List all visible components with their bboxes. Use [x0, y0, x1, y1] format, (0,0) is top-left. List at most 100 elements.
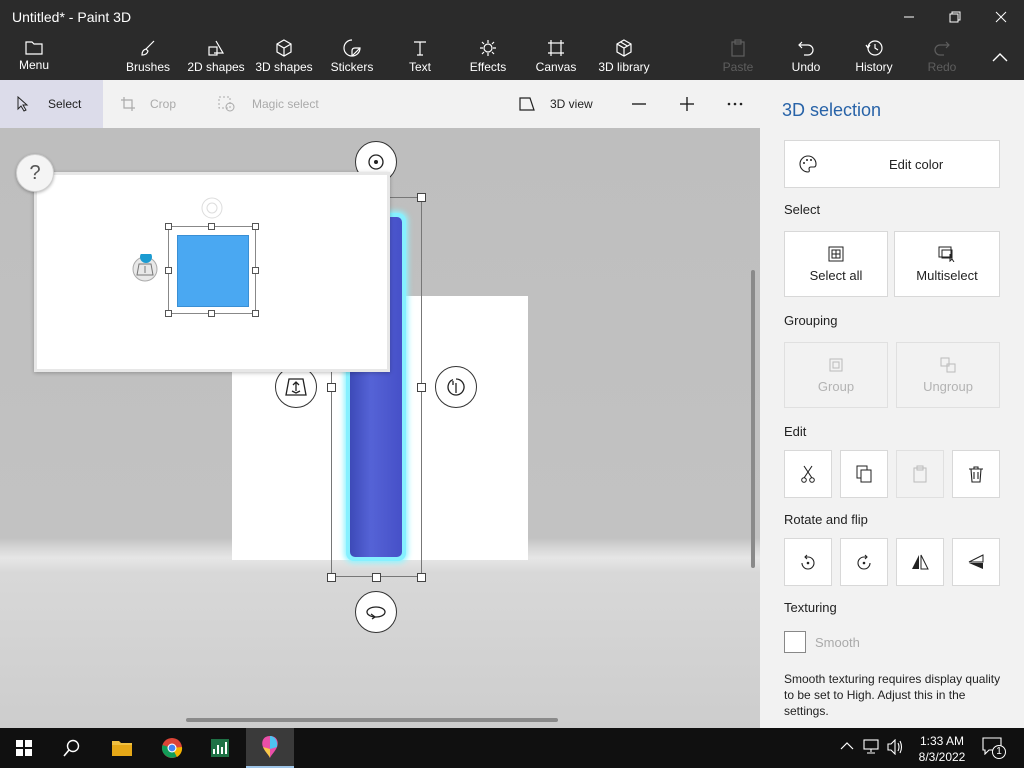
- magic-select-label: Magic select: [252, 97, 319, 111]
- scissors-icon: [801, 465, 815, 483]
- paste-button[interactable]: Paste: [720, 34, 756, 80]
- tutorial-handle: [208, 310, 215, 317]
- smooth-checkbox[interactable]: [784, 631, 806, 653]
- window-title: Untitled* - Paint 3D: [12, 9, 132, 25]
- copy-button[interactable]: [840, 450, 888, 498]
- ungroup-button[interactable]: Ungroup: [896, 342, 1000, 408]
- 3d-shapes-tab[interactable]: 3D shapes: [254, 34, 314, 80]
- rotate-x-icon: [368, 154, 384, 170]
- chrome-app[interactable]: [148, 728, 196, 768]
- network-icon[interactable]: [862, 739, 880, 755]
- resize-handle-ml[interactable]: [327, 383, 336, 392]
- rotate-z-icon: [366, 606, 386, 620]
- push-back-icon: [285, 378, 307, 396]
- zoom-in-button[interactable]: [678, 80, 706, 128]
- resize-handle-bl[interactable]: [327, 573, 336, 582]
- brushes-tab[interactable]: Brushes: [124, 34, 172, 80]
- stickers-tab[interactable]: Stickers: [328, 34, 376, 80]
- rotate-flip-heading: Rotate and flip: [784, 512, 868, 527]
- chrome-icon: [162, 738, 183, 758]
- magic-select-tool[interactable]: Magic select: [218, 80, 319, 128]
- zoom-out-button[interactable]: [630, 80, 658, 128]
- vertical-scrollbar[interactable]: [751, 270, 755, 568]
- 3d-view-toggle[interactable]: 3D view: [518, 80, 593, 128]
- resize-handle-mr[interactable]: [417, 383, 426, 392]
- 3d-library-tab[interactable]: 3D library: [596, 34, 652, 80]
- minimize-icon: [904, 16, 914, 18]
- redo-label: Redo: [927, 60, 957, 74]
- 2d-shapes-tab[interactable]: 2D shapes: [186, 34, 246, 80]
- resize-handle-tr[interactable]: [417, 193, 426, 202]
- menu-button[interactable]: Menu: [12, 34, 56, 80]
- canvas-area[interactable]: ?: [0, 128, 760, 728]
- notification-center-button[interactable]: 1: [982, 737, 1006, 759]
- multiselect-label: Multiselect: [916, 267, 978, 283]
- chevron-up-icon[interactable]: [840, 741, 854, 751]
- rotate-right-icon: [857, 554, 871, 570]
- chevron-up-icon: [992, 53, 1008, 62]
- start-button[interactable]: [0, 728, 48, 768]
- horizontal-scrollbar[interactable]: [186, 718, 558, 722]
- redo-icon: [934, 41, 950, 56]
- file-explorer-app[interactable]: [98, 728, 146, 768]
- rotate-y-control[interactable]: [435, 366, 477, 408]
- resize-handle-bm[interactable]: [372, 573, 381, 582]
- cut-button[interactable]: [784, 450, 832, 498]
- excel-app[interactable]: [196, 728, 244, 768]
- undo-button[interactable]: Undo: [788, 34, 824, 80]
- delete-button[interactable]: [952, 450, 1000, 498]
- canvas-tab[interactable]: Canvas: [534, 34, 578, 80]
- history-button[interactable]: History: [852, 34, 896, 80]
- canvas-icon: [548, 40, 564, 56]
- edit-color-button[interactable]: Edit color: [784, 140, 1000, 188]
- paste-panel-button[interactable]: [896, 450, 944, 498]
- tutorial-rotate-icon: [201, 197, 223, 219]
- restore-icon: [949, 11, 961, 23]
- panel-title: 3D selection: [782, 100, 882, 120]
- rotate-y-icon: [447, 378, 465, 396]
- texturing-note: Smooth texturing requires display qualit…: [784, 672, 1001, 718]
- resize-handle-br[interactable]: [417, 573, 426, 582]
- search-button[interactable]: [48, 728, 96, 768]
- select-all-label: Select all: [809, 267, 863, 283]
- search-icon: [63, 739, 80, 757]
- select-all-button[interactable]: Select all: [784, 231, 888, 297]
- collapse-ribbon-button[interactable]: [986, 34, 1014, 80]
- clock-time: 1:33 AM: [919, 734, 965, 748]
- undo-label: Undo: [791, 60, 821, 74]
- 3d-library-label: 3D library: [598, 60, 650, 74]
- trash-icon: [969, 466, 983, 483]
- 3d-view-icon: [519, 97, 535, 111]
- rotate-left-button[interactable]: [784, 538, 832, 586]
- paint-3d-icon: [262, 736, 278, 758]
- effects-tab[interactable]: Effects: [468, 34, 508, 80]
- close-button[interactable]: [978, 0, 1024, 34]
- push-back-control[interactable]: [275, 366, 317, 408]
- text-tab[interactable]: Text: [404, 34, 436, 80]
- group-button[interactable]: Group: [784, 342, 888, 408]
- rotate-right-button[interactable]: [840, 538, 888, 586]
- tutorial-square: [177, 235, 249, 307]
- ungroup-icon: [940, 357, 956, 372]
- tutorial-handle: [252, 267, 259, 274]
- redo-button[interactable]: Redo: [926, 34, 958, 80]
- flip-vertical-button[interactable]: [952, 538, 1000, 586]
- edit-color-label: Edit color: [889, 156, 944, 172]
- system-clock[interactable]: 1:33 AM 8/3/2022: [912, 733, 972, 765]
- volume-icon[interactable]: [886, 739, 904, 755]
- rotate-left-icon: [801, 554, 815, 570]
- paint-3d-app[interactable]: [246, 728, 294, 768]
- rotate-z-control[interactable]: [355, 591, 397, 633]
- multiselect-button[interactable]: Multiselect: [894, 231, 1000, 297]
- crop-tool[interactable]: Crop: [120, 80, 176, 128]
- more-options-button[interactable]: [726, 80, 754, 128]
- restore-button[interactable]: [932, 0, 978, 34]
- flip-horizontal-button[interactable]: [896, 538, 944, 586]
- sun-icon: [480, 40, 496, 56]
- help-button[interactable]: ?: [16, 154, 54, 192]
- group-label: Group: [817, 378, 855, 394]
- paste-label: Paste: [722, 60, 754, 74]
- history-icon: [865, 40, 883, 56]
- minimize-button[interactable]: [886, 0, 932, 34]
- select-tool[interactable]: Select: [16, 80, 81, 128]
